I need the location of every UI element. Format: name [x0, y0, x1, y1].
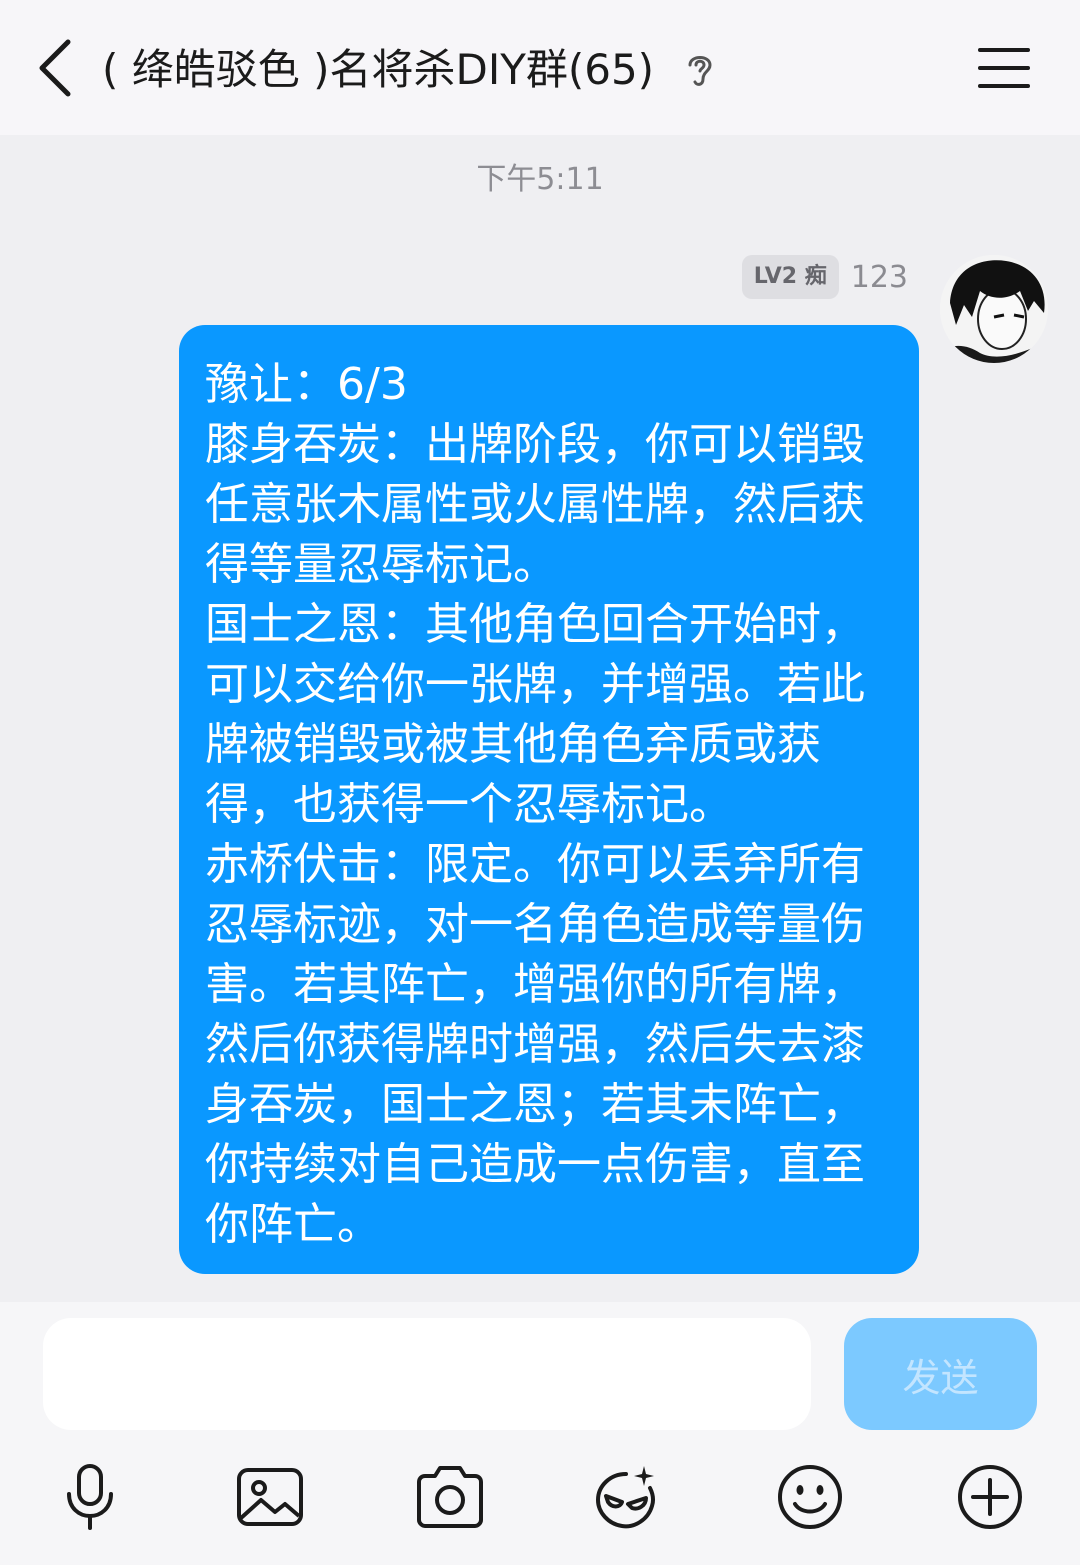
- message-timestamp: 下午5:11: [476, 162, 604, 197]
- message-input[interactable]: [43, 1318, 811, 1430]
- sticker-icon[interactable]: [592, 1462, 662, 1532]
- group-title[interactable]: ( 绛皓驳色 )名将杀DIY群(65): [102, 40, 654, 100]
- plus-icon[interactable]: [955, 1462, 1025, 1532]
- chat-area[interactable]: 下午5:11 LV2 痴 123 豫让：6/3 膝身吞炭：出牌阶段，你可以销毁任…: [0, 135, 1080, 1302]
- menu-button[interactable]: [976, 44, 1032, 92]
- send-button[interactable]: 发送: [844, 1318, 1037, 1430]
- ear-icon[interactable]: [684, 49, 716, 89]
- emoji-icon[interactable]: [775, 1462, 845, 1532]
- hamburger-menu-icon: [978, 48, 1030, 88]
- chat-header: ( 绛皓驳色 )名将杀DIY群(65): [0, 0, 1080, 135]
- chevron-left-icon: [39, 39, 71, 97]
- level-badge: LV2 痴: [741, 255, 839, 299]
- message-bubble[interactable]: 豫让：6/3 膝身吞炭：出牌阶段，你可以销毁任意张木属性或火属性牌，然后获得等量…: [179, 325, 919, 1274]
- input-area: 发送: [0, 1302, 1080, 1565]
- anime-avatar-icon: [940, 255, 1048, 363]
- avatar[interactable]: [940, 255, 1048, 363]
- image-icon[interactable]: [235, 1462, 305, 1532]
- back-button[interactable]: [30, 36, 86, 100]
- sender-info: LV2 痴 123: [741, 253, 908, 301]
- camera-icon[interactable]: [415, 1462, 485, 1532]
- sender-name[interactable]: 123: [851, 260, 908, 295]
- microphone-icon[interactable]: [55, 1462, 125, 1532]
